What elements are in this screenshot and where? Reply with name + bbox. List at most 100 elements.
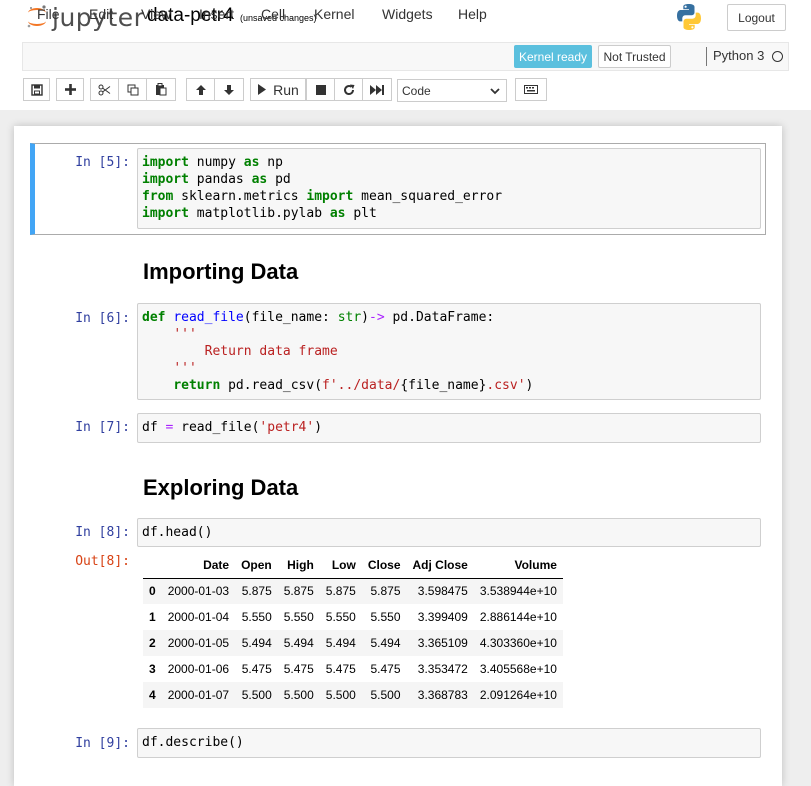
table-cell: 5.550 bbox=[283, 610, 314, 624]
code-token: ''' bbox=[173, 361, 197, 376]
save-button[interactable] bbox=[23, 78, 50, 101]
table-cell: 3.368783 bbox=[417, 688, 468, 702]
input-prompt: In [8]: bbox=[75, 525, 130, 540]
code-text: df.head() bbox=[142, 525, 213, 540]
menu-edit[interactable]: Edit bbox=[89, 6, 113, 22]
table-cell: 5.475 bbox=[283, 662, 314, 676]
menu-help[interactable]: Help bbox=[458, 6, 487, 22]
code-token: def bbox=[142, 310, 166, 325]
table-cell: 2000-01-03 bbox=[167, 584, 230, 599]
kernel-name[interactable]: Python 3 bbox=[713, 48, 764, 63]
code-token: return bbox=[173, 378, 221, 393]
fast-forward-icon bbox=[370, 84, 384, 95]
interrupt-kernel-button[interactable] bbox=[306, 78, 335, 101]
menu-kernel[interactable]: Kernel bbox=[314, 6, 354, 22]
table-cell: 5.550 bbox=[241, 610, 272, 624]
cell-type-value: Code bbox=[402, 83, 431, 98]
table-cell: 5.500 bbox=[283, 688, 314, 702]
code-token: read_file bbox=[173, 310, 244, 325]
table-column-header: Low bbox=[319, 552, 362, 579]
code-editor[interactable]: df.describe() bbox=[137, 728, 761, 758]
table-cell: 5.494 bbox=[370, 636, 401, 650]
table-cell: 2000-01-06 bbox=[167, 662, 230, 676]
table-row-index: 1 bbox=[149, 610, 156, 624]
table-cell: 3.353472 bbox=[417, 662, 468, 676]
copy-button[interactable] bbox=[118, 78, 147, 101]
markdown-heading-exploring-data[interactable]: Exploring Data bbox=[143, 475, 298, 501]
paste-button[interactable] bbox=[146, 78, 176, 101]
code-text: import numpy as np import pandas as pd f… bbox=[142, 155, 503, 221]
table-cell: 5.875 bbox=[370, 584, 401, 599]
menu-insert[interactable]: Insert bbox=[199, 6, 234, 22]
cell-type-select[interactable]: Code bbox=[397, 79, 507, 102]
run-button[interactable]: Run bbox=[250, 78, 306, 101]
code-token: from bbox=[142, 189, 174, 204]
table-cell: 2000-01-07 bbox=[167, 688, 230, 702]
code-token: as bbox=[251, 172, 268, 187]
scissors-icon bbox=[98, 84, 111, 95]
input-prompt: In [5]: bbox=[75, 155, 130, 170]
trust-notebook-button[interactable]: Not Trusted bbox=[598, 45, 671, 68]
code-token: import bbox=[142, 155, 189, 170]
kernel-separator bbox=[706, 47, 707, 66]
code-editor[interactable]: df = read_file('petr4') bbox=[137, 413, 761, 443]
code-token: = bbox=[165, 420, 174, 435]
code-cell-9[interactable]: In [9]: df.describe() bbox=[30, 727, 766, 759]
plus-icon bbox=[64, 84, 76, 95]
command-palette-button[interactable] bbox=[515, 78, 547, 101]
code-token: f'../data/ bbox=[322, 378, 401, 393]
copy-icon bbox=[127, 84, 138, 95]
notebook-container: In [5]: import numpy as np import pandas… bbox=[14, 126, 782, 786]
table-cell: 5.500 bbox=[370, 688, 401, 702]
arrow-down-icon bbox=[224, 84, 234, 95]
table-cell: 2000-01-05 bbox=[167, 636, 230, 650]
table-row: 4 2000-01-07 5.500 5.500 5.500 5.500 3.368783 2… bbox=[143, 682, 563, 708]
menu-cell[interactable]: Cell bbox=[261, 6, 285, 22]
move-down-button[interactable] bbox=[214, 78, 244, 101]
code-cell-7[interactable]: In [7]: df = read_file('petr4') bbox=[30, 413, 766, 444]
table-row: 2 2000-01-05 5.494 5.494 5.494 5.494 3.365109 4… bbox=[143, 630, 563, 656]
table-cell: 3.405568e+10 bbox=[479, 662, 557, 676]
code-token: as bbox=[243, 155, 260, 170]
code-text: def read_file(file_name: str)-> pd.DataF… bbox=[142, 310, 534, 393]
table-cell: 5.475 bbox=[325, 662, 356, 676]
code-editor[interactable]: import numpy as np import pandas as pd f… bbox=[137, 148, 761, 229]
move-up-button[interactable] bbox=[186, 78, 215, 101]
code-editor[interactable]: df.head() bbox=[137, 518, 761, 547]
kernel-idle-icon bbox=[772, 51, 783, 62]
logout-button[interactable]: Logout bbox=[727, 4, 786, 31]
cut-button[interactable] bbox=[90, 78, 119, 101]
menu-widgets[interactable]: Widgets bbox=[382, 6, 433, 22]
table-cell: 5.475 bbox=[241, 662, 272, 676]
table-column-header: Open bbox=[235, 552, 278, 579]
table-cell: 5.875 bbox=[283, 584, 314, 599]
run-button-label: Run bbox=[273, 81, 299, 98]
table-row-index: 0 bbox=[149, 584, 156, 599]
table-cell: 3.399409 bbox=[417, 610, 468, 624]
menu-file[interactable]: File bbox=[37, 6, 60, 22]
table-row: 3 2000-01-06 5.475 5.475 5.475 5.475 3.353472 3… bbox=[143, 656, 563, 682]
table-header-row: Date Open High Low Close Adj Close Volume bbox=[143, 552, 563, 579]
table-column-header: Volume bbox=[473, 552, 563, 579]
table-cell: 5.550 bbox=[370, 610, 401, 624]
code-token: str bbox=[337, 310, 362, 325]
restart-run-all-button[interactable] bbox=[362, 78, 392, 101]
restart-kernel-button[interactable] bbox=[334, 78, 363, 101]
code-cell-6[interactable]: In [6]: def read_file(file_name: str)-> … bbox=[30, 302, 766, 402]
input-prompt: In [7]: bbox=[75, 420, 130, 435]
table-cell: 2000-01-04 bbox=[167, 610, 230, 624]
menu-view[interactable]: View bbox=[141, 6, 171, 22]
table-cell: 3.365109 bbox=[417, 636, 468, 650]
code-text: df.describe() bbox=[142, 735, 244, 750]
code-cell-5[interactable]: In [5]: import numpy as np import pandas… bbox=[30, 143, 766, 235]
insert-cell-button[interactable] bbox=[56, 78, 84, 101]
code-editor[interactable]: def read_file(file_name: str)-> pd.DataF… bbox=[137, 303, 761, 400]
code-cell-8[interactable]: In [8]: df.head() Out[8]: Date Open High Lo… bbox=[30, 517, 766, 717]
table-cell: 5.875 bbox=[325, 584, 356, 599]
code-token: import bbox=[142, 206, 189, 221]
markdown-heading-importing-data[interactable]: Importing Data bbox=[143, 259, 298, 285]
output-prompt: Out[8]: bbox=[75, 554, 130, 569]
table-row-index: 4 bbox=[149, 688, 156, 702]
table-column-header: High bbox=[277, 552, 320, 579]
table-column-header: Adj Close bbox=[406, 552, 474, 579]
